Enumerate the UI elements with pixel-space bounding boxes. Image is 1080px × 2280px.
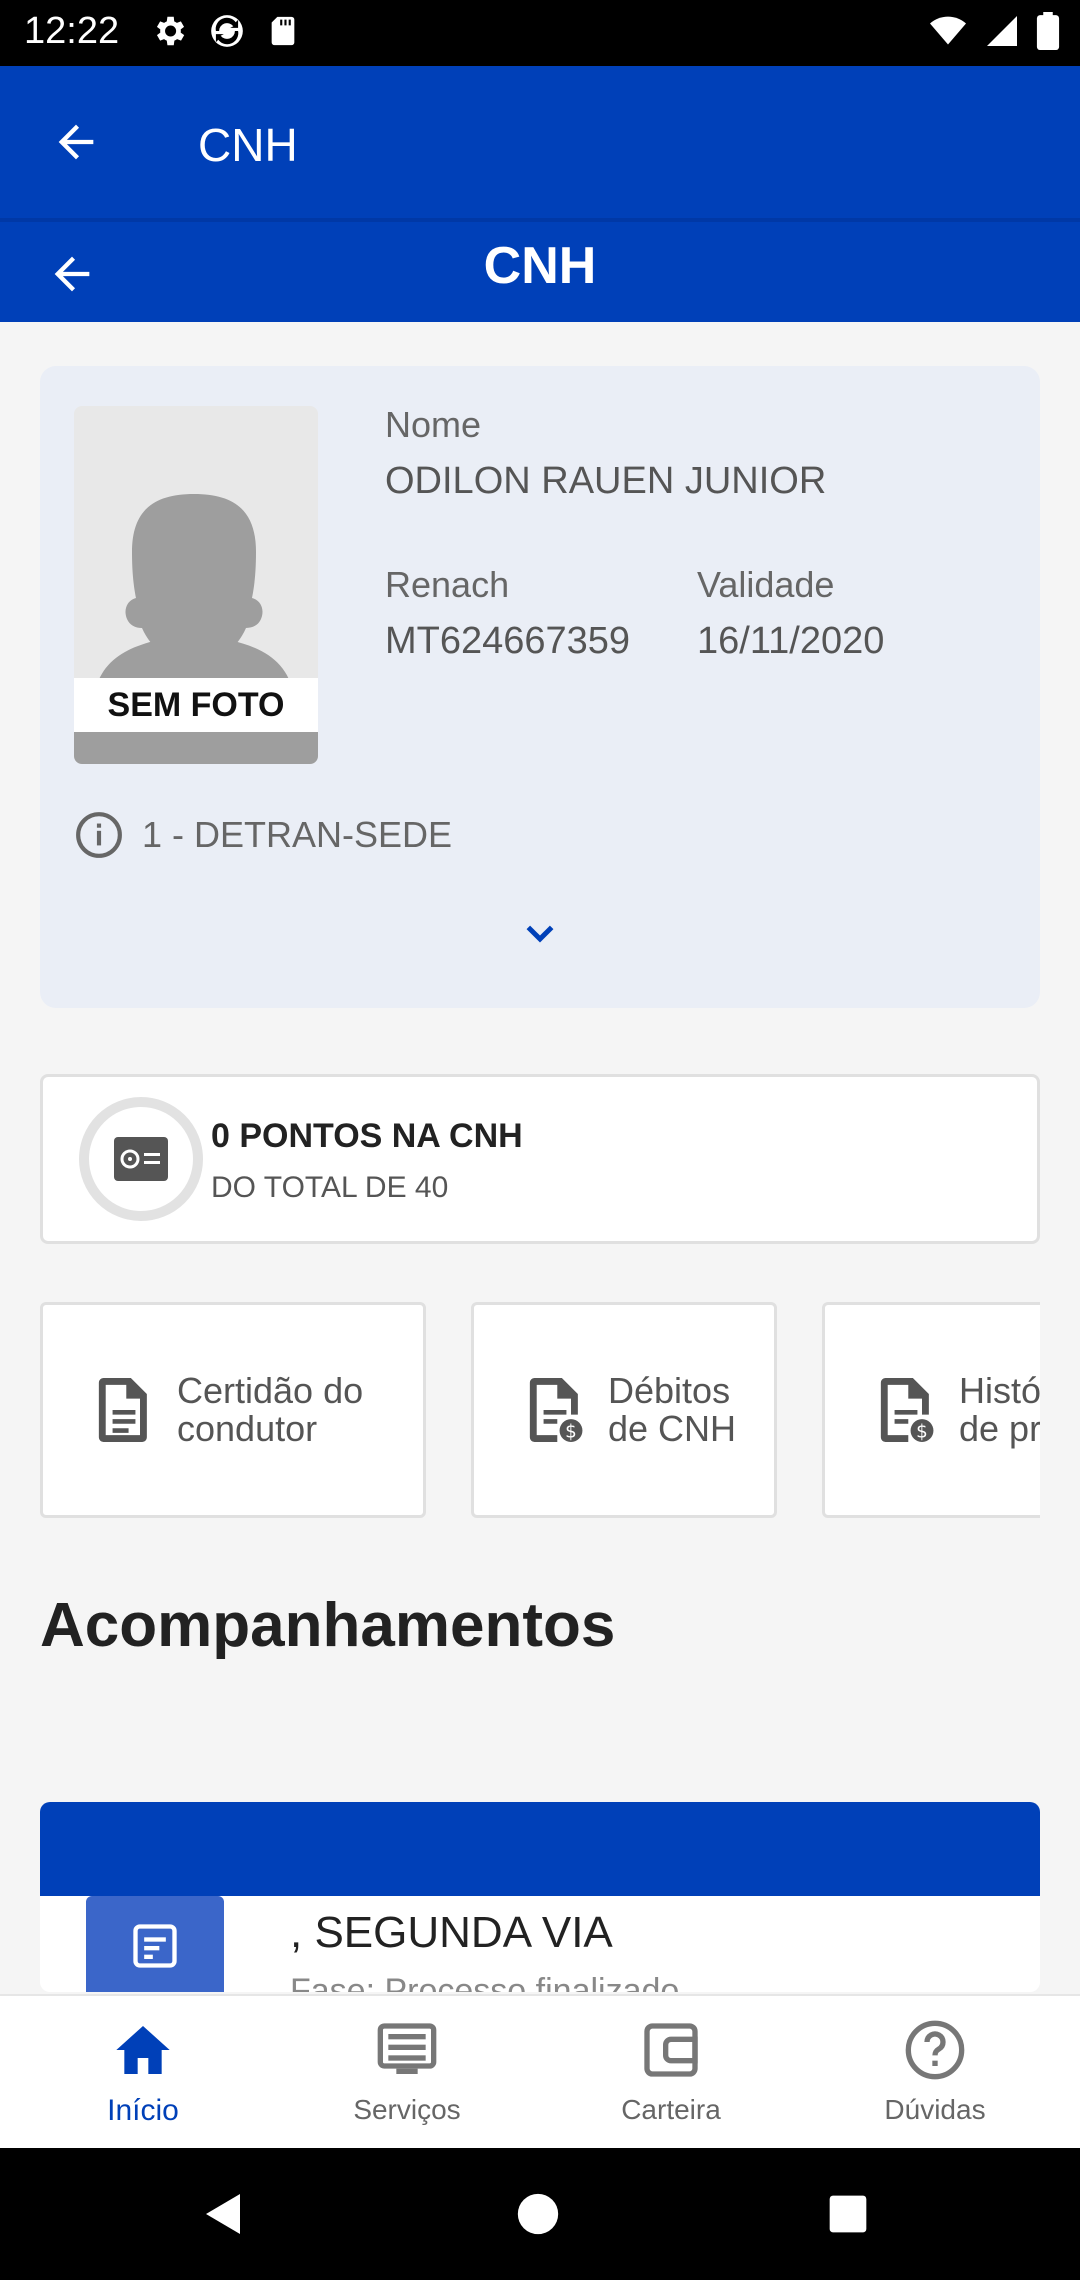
points-subtitle: DO TOTAL DE 40 bbox=[211, 1171, 449, 1204]
back-arrow-icon[interactable] bbox=[50, 116, 102, 168]
section-title: Acompanhamentos bbox=[40, 1591, 616, 1660]
tracking-title: , SEGUNDA VIA bbox=[290, 1908, 613, 1957]
quick-actions: Certidão do condutor $ Débitos de CNH $ … bbox=[40, 1302, 1040, 1520]
quick-action-debts[interactable]: $ Débitos de CNH bbox=[471, 1302, 777, 1518]
page-title: CNH bbox=[483, 237, 597, 295]
name-label: Nome bbox=[385, 404, 482, 445]
points-card[interactable]: 0 PONTOS NA CNH DO TOTAL DE 40 bbox=[40, 1074, 1040, 1244]
renach-value: MT624667359 bbox=[385, 620, 631, 662]
nav-item-carteira[interactable]: Carteira bbox=[536, 1996, 806, 2150]
tracking-card-header bbox=[40, 1802, 1040, 1896]
nav-label: Carteira bbox=[621, 2094, 721, 2125]
nav-item-duvidas[interactable]: Dúvidas bbox=[800, 1996, 1070, 2150]
battery-icon bbox=[1036, 12, 1060, 50]
document-money-icon: $ bbox=[529, 1378, 583, 1442]
quick-action-label: Débitos de CNH bbox=[608, 1370, 737, 1449]
status-time: 12:22 bbox=[24, 10, 120, 52]
cell-signal-icon bbox=[987, 16, 1017, 46]
system-navigation-bar bbox=[0, 2148, 1080, 2280]
info-icon bbox=[76, 812, 122, 858]
status-bar: 12:22 bbox=[0, 0, 1080, 66]
system-home-icon[interactable] bbox=[516, 2192, 560, 2236]
quick-action-label: Históri de pro bbox=[959, 1370, 1040, 1449]
issuing-office-text: 1 - DETRAN-SEDE bbox=[142, 814, 453, 855]
nav-item-inicio[interactable]: Início bbox=[8, 1996, 278, 2150]
page-header: CNH bbox=[0, 218, 1080, 322]
quick-action-label: Certidão do condutor bbox=[177, 1370, 364, 1449]
wallet-icon bbox=[644, 2023, 698, 2077]
system-recents-icon[interactable] bbox=[828, 2194, 868, 2234]
bottom-navigation: Início Serviços Carteira Dúvidas bbox=[0, 1994, 1080, 2148]
document-icon bbox=[98, 1378, 147, 1442]
document-money-icon: $ bbox=[880, 1378, 934, 1442]
services-icon bbox=[377, 2023, 437, 2074]
nav-label: Dúvidas bbox=[884, 2094, 986, 2125]
cnh-card[interactable]: SEM FOTO Nome ODILON RAUEN JUNIOR Renach… bbox=[40, 366, 1040, 1008]
photo-band bbox=[74, 732, 318, 764]
tracking-subtitle: Fase: Processo finalizado bbox=[290, 1972, 680, 1992]
quick-action-certificate[interactable]: Certidão do condutor bbox=[40, 1302, 426, 1518]
issuing-office: 1 - DETRAN-SEDE bbox=[74, 810, 452, 860]
svg-text:$: $ bbox=[916, 1421, 928, 1442]
driver-photo: SEM FOTO bbox=[74, 406, 318, 764]
person-silhouette-icon bbox=[94, 494, 294, 696]
no-photo-label: SEM FOTO bbox=[74, 678, 318, 732]
app-bar-title: CNH bbox=[198, 119, 298, 171]
nav-label: Serviços bbox=[353, 2094, 461, 2125]
app-bar: CNH bbox=[0, 66, 1080, 218]
chevron-down-icon[interactable] bbox=[520, 914, 560, 954]
help-icon bbox=[905, 2020, 965, 2080]
points-title: 0 PONTOS NA CNH bbox=[211, 1117, 523, 1155]
quick-action-history[interactable]: $ Históri de pro bbox=[822, 1302, 1040, 1518]
wifi-icon bbox=[930, 16, 966, 45]
name-value: ODILON RAUEN JUNIOR bbox=[385, 460, 827, 502]
sync-icon bbox=[211, 15, 243, 47]
license-icon bbox=[114, 1137, 168, 1181]
nav-label: Início bbox=[107, 2094, 179, 2127]
system-back-icon[interactable] bbox=[200, 2190, 248, 2238]
home-icon bbox=[116, 2026, 170, 2074]
tracking-card[interactable]: , SEGUNDA VIA Fase: Processo finalizado bbox=[40, 1802, 1040, 1992]
nav-item-servicos[interactable]: Serviços bbox=[272, 1996, 542, 2150]
svg-text:$: $ bbox=[565, 1421, 577, 1442]
tracking-icon-box bbox=[86, 1896, 224, 1992]
points-ring bbox=[79, 1097, 203, 1221]
validity-label: Validade bbox=[697, 564, 835, 605]
sd-card-icon bbox=[271, 16, 295, 46]
validity-value: 16/11/2020 bbox=[697, 620, 885, 662]
renach-label: Renach bbox=[385, 564, 510, 605]
settings-icon bbox=[156, 16, 185, 46]
form-icon bbox=[133, 1924, 177, 1968]
